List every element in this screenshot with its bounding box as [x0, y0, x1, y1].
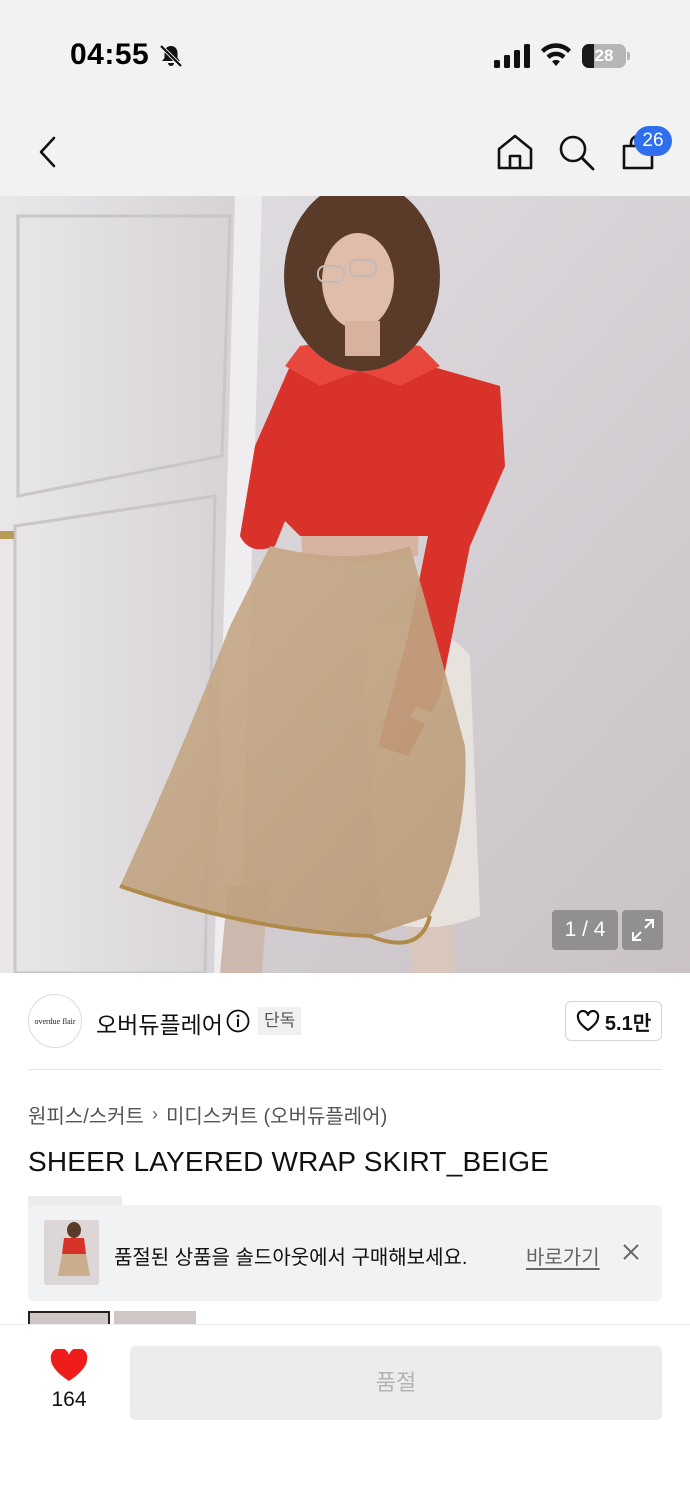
status-time: 04:55 — [70, 38, 150, 71]
expand-icon — [631, 919, 654, 941]
soldout-buy-button[interactable]: 품절 — [130, 1346, 662, 1420]
brand-like-button[interactable]: 5.1만 — [565, 1001, 662, 1041]
back-button[interactable] — [26, 130, 70, 174]
breadcrumb-category[interactable]: 원피스/스커트 — [28, 1100, 144, 1129]
chevron-right-icon: › — [151, 1104, 158, 1124]
divider — [28, 1069, 662, 1070]
home-icon — [497, 134, 533, 170]
status-bar: 04:55 28 — [0, 0, 690, 108]
brand-like-count: 5.1만 — [604, 1012, 652, 1035]
product-title: SHEER LAYERED WRAP SKIRT_BEIGE — [28, 1146, 550, 1177]
home-button[interactable] — [493, 130, 537, 174]
breadcrumb: 원피스/스커트 › 미디스커트 (오버듀플레어) — [28, 1100, 387, 1129]
product-image[interactable] — [0, 196, 690, 973]
signal-icon — [494, 44, 530, 68]
soldout-banner: 품절된 상품을 솔드아웃에서 구매해보세요. 바로가기 — [28, 1205, 662, 1301]
thumbnail-2[interactable] — [114, 1311, 196, 1325]
battery-percent: 28 — [594, 46, 614, 65]
wish-count: 164 — [51, 1388, 87, 1411]
close-icon[interactable] — [620, 1241, 642, 1263]
exclusive-badge: 단독 — [258, 1007, 302, 1035]
bell-off-icon — [159, 44, 183, 68]
battery-icon: 28 — [582, 44, 630, 68]
thumbnail-1[interactable] — [28, 1311, 110, 1325]
top-nav-bar: 26 — [0, 108, 690, 196]
info-icon[interactable] — [226, 1009, 250, 1033]
thumbnail-strip — [28, 1311, 228, 1325]
brand-logo[interactable]: overdue flair — [28, 994, 82, 1048]
heart-filled-icon[interactable] — [50, 1349, 88, 1383]
search-button[interactable] — [554, 130, 598, 174]
back-arrow-icon — [39, 136, 56, 168]
heart-outline-icon — [576, 1010, 600, 1032]
image-counter: 1 / 4 — [552, 910, 618, 950]
wifi-icon — [541, 43, 571, 66]
brand-logo-text: overdue flair — [34, 1016, 76, 1026]
banner-message: 품절된 상품을 솔드아웃에서 구매해보세요. — [114, 1247, 468, 1269]
search-icon — [559, 135, 595, 171]
brand-name[interactable]: 오버듀플레어 — [96, 1006, 223, 1040]
breadcrumb-subcategory[interactable]: 미디스커트 (오버듀플레어) — [166, 1100, 387, 1129]
fullscreen-button[interactable] — [622, 910, 663, 950]
cart-count-badge: 26 — [634, 126, 672, 156]
banner-thumbnail — [44, 1220, 99, 1285]
product-photo — [0, 196, 690, 973]
banner-goto-link[interactable]: 바로가기 — [526, 1241, 600, 1270]
